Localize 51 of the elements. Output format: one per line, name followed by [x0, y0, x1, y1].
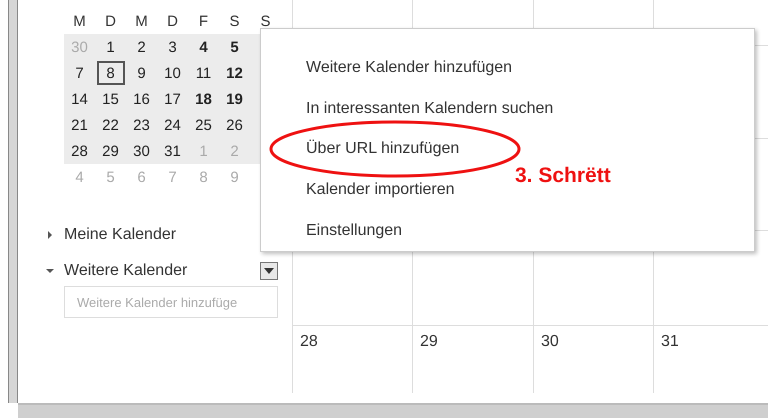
weekday-label: M — [134, 12, 149, 32]
calendar-day[interactable]: 30 — [132, 144, 151, 158]
calendar-day[interactable]: 10 — [163, 66, 182, 80]
day-number[interactable]: 29 — [420, 333, 438, 350]
menu-item[interactable]: Kalender importieren — [306, 178, 455, 202]
calendar-day[interactable]: 5 — [229, 40, 240, 54]
calendar-day[interactable]: 22 — [101, 118, 120, 132]
calendar-day[interactable]: 1 — [105, 40, 116, 54]
menu-item[interactable]: Weitere Kalender hinzufügen — [306, 56, 512, 80]
weekday-label: S — [228, 12, 240, 32]
dropdown-button[interactable] — [260, 262, 278, 280]
calendar-day[interactable]: 25 — [194, 118, 213, 132]
calendar-day[interactable]: 16 — [132, 92, 151, 106]
caret-icon — [264, 268, 274, 274]
calendar-day[interactable]: 14 — [70, 92, 89, 106]
day-number[interactable]: 31 — [661, 333, 679, 350]
calendar-day[interactable]: 12 — [225, 66, 244, 80]
calendar-day[interactable]: 28 — [70, 144, 89, 158]
calendar-day[interactable]: 15 — [101, 92, 120, 106]
day-number[interactable]: 30 — [541, 333, 559, 350]
section-title[interactable]: Meine Kalender — [64, 223, 176, 247]
calendar-day[interactable]: 23 — [132, 118, 151, 132]
calendar-day[interactable]: 29 — [101, 144, 120, 158]
step-annotation: 3. Schrëtt — [515, 163, 611, 189]
scrollbar[interactable] — [18, 403, 768, 418]
add-calendar-field[interactable]: Weitere Kalender hinzufüge — [64, 286, 278, 318]
calendar-day[interactable]: 17 — [163, 92, 182, 106]
expanded-triangle-icon[interactable] — [45, 266, 55, 276]
calendar-day[interactable]: 9 — [136, 66, 147, 80]
calendar-day[interactable]: 21 — [70, 118, 89, 132]
calendar-day[interactable]: 24 — [163, 118, 182, 132]
menu-item[interactable]: In interessanten Kalendern suchen — [306, 96, 554, 121]
calendar-day[interactable]: 8 — [96, 61, 124, 85]
calendar-day[interactable]: 7 — [74, 66, 85, 80]
weekday-label: D — [104, 12, 117, 32]
calendar-day[interactable]: 4 — [198, 40, 209, 54]
weekday-label: M — [72, 12, 87, 32]
weekday-label: F — [198, 12, 210, 32]
calendar-day[interactable]: 2 — [136, 40, 147, 54]
menu-item[interactable]: Einstellungen — [306, 218, 402, 243]
section-title[interactable]: Weitere Kalender — [64, 259, 188, 283]
collapsed-triangle-icon[interactable] — [45, 230, 55, 240]
calendar-day[interactable]: 11 — [194, 66, 212, 80]
weekday-label: D — [166, 12, 179, 32]
calendar-day[interactable]: 18 — [194, 92, 213, 106]
weekday-label: S — [259, 12, 272, 32]
calendar-day[interactable]: 3 — [167, 40, 178, 54]
day-number[interactable]: 28 — [300, 333, 318, 350]
calendar-day[interactable]: 31 — [163, 144, 182, 158]
calendar-day[interactable]: 19 — [225, 92, 244, 106]
calendar-day[interactable]: 26 — [225, 118, 244, 132]
